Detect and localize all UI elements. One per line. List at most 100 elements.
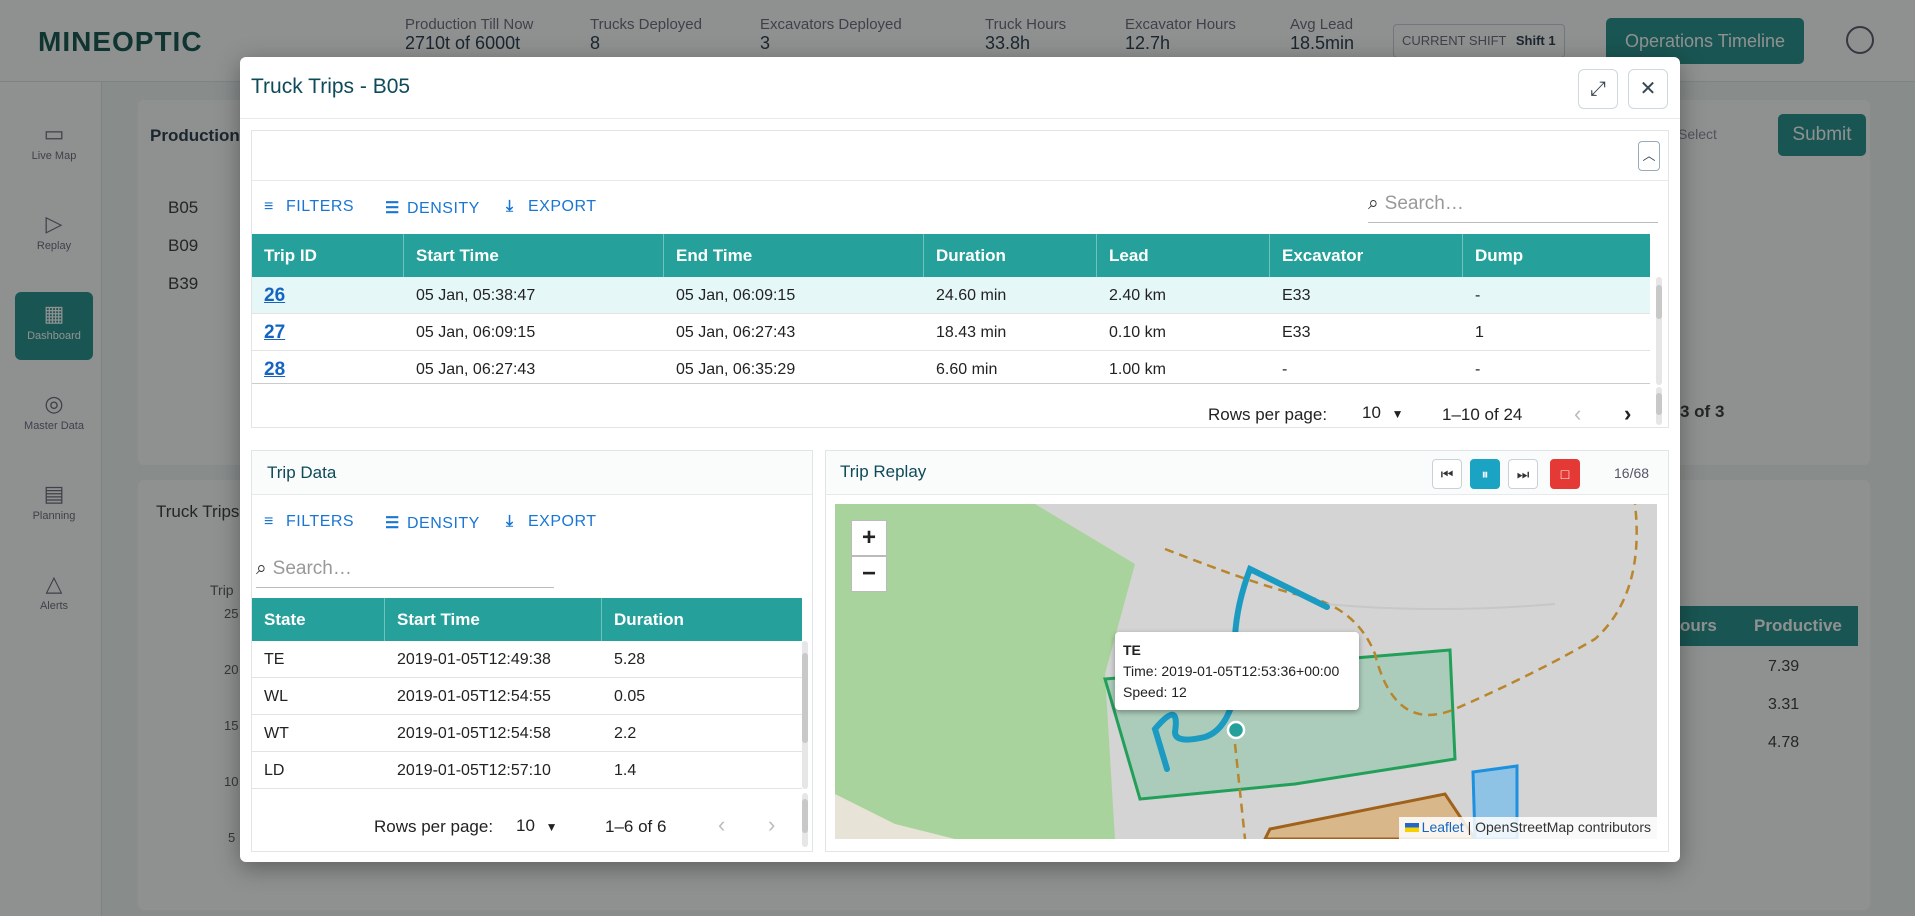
prev-page-icon[interactable]: ‹	[1574, 401, 1581, 427]
col-state[interactable]: State	[252, 598, 385, 641]
filters-button[interactable]: ≡ FILTERS	[264, 198, 354, 216]
cell: 2019-01-05T12:54:58	[397, 725, 551, 742]
trip-id-link[interactable]: 28	[264, 359, 285, 380]
cell: 24.60 min	[936, 287, 1007, 304]
leaflet-link[interactable]: Leaflet	[1422, 819, 1464, 835]
rows-per-page-select[interactable]: 10 ▼	[1362, 403, 1404, 423]
truck-position-marker[interactable]	[1226, 720, 1246, 740]
col-start-time[interactable]: Start Time	[404, 234, 664, 277]
cell: 05 Jan, 06:27:43	[676, 324, 796, 341]
rows-per-page-select[interactable]: 10 ▼	[516, 816, 558, 836]
export-icon: ⤓	[506, 513, 514, 530]
collapse-chevron-icon[interactable]: ︿	[1638, 141, 1660, 171]
trip-replay-header	[826, 451, 1668, 495]
close-icon: ✕	[1639, 78, 1657, 100]
filter-icon: ≡	[264, 513, 274, 530]
cell: WT	[264, 725, 289, 742]
export-button[interactable]: ⤓ EXPORT	[506, 198, 597, 216]
cell: 05 Jan, 06:27:43	[416, 361, 536, 378]
cell: 05 Jan, 05:38:47	[416, 287, 536, 304]
cell: -	[1475, 361, 1481, 378]
pause-button[interactable]: ⏸	[1470, 459, 1500, 489]
col-end-time[interactable]: End Time	[664, 234, 924, 277]
table-row[interactable]: WL 2019-01-05T12:54:55 0.05	[252, 678, 802, 715]
tooltip-speed: Speed: 12	[1123, 684, 1187, 700]
table-row[interactable]: LD 2019-01-05T12:57:10 1.4	[252, 752, 802, 789]
truck-trips-modal: Truck Trips - B05 ⤢ ✕ ︿ ≡ FILTERS ☰ DENSIT…	[240, 57, 1680, 862]
next-page-icon[interactable]: ›	[1624, 401, 1631, 427]
col-duration[interactable]: Duration	[924, 234, 1097, 277]
pagination-range: 1–10 of 24	[1442, 405, 1523, 424]
stop-button[interactable]: □	[1550, 459, 1580, 489]
trip-data-table-header: State Start Time Duration	[252, 598, 802, 641]
chevron-down-icon: ▼	[1391, 407, 1404, 421]
cell: 0.05	[614, 688, 646, 705]
col-trip-id[interactable]: Trip ID	[252, 234, 404, 277]
trip-data-scrollbar[interactable]	[802, 641, 808, 789]
chevron-down-icon: ▼	[545, 820, 558, 834]
col-duration[interactable]: Duration	[602, 598, 802, 641]
skip-forward-button[interactable]: ⏭	[1508, 459, 1538, 489]
cell: 2019-01-05T12:49:38	[397, 651, 551, 668]
trip-data-panel-scrollbar[interactable]	[802, 793, 808, 847]
density-button[interactable]: ☰ DENSITY	[385, 198, 480, 218]
trip-data-title: Trip Data	[267, 463, 337, 482]
table-row[interactable]: 26 05 Jan, 05:38:47 05 Jan, 06:09:15 24.…	[252, 277, 1650, 314]
zoom-out-button[interactable]: −	[851, 556, 887, 592]
prev-page-icon[interactable]: ‹	[718, 812, 725, 838]
cell: TE	[264, 651, 285, 668]
tooltip-time: Time: 2019-01-05T12:53:36+00:00	[1123, 663, 1340, 679]
tooltip-state: TE	[1123, 642, 1141, 658]
search-icon: ⌕	[256, 558, 267, 579]
col-dump[interactable]: Dump	[1463, 234, 1650, 277]
skip-forward-icon: ⏭	[1516, 466, 1530, 482]
filters-button[interactable]: ≡ FILTERS	[264, 513, 354, 531]
trip-data-panel: Trip Data ≡ FILTERS ☰ DENSITY ⤓ EXPORT ⌕ Sea…	[251, 450, 813, 852]
trips-panel: ︿ ≡ FILTERS ☰ DENSITY ⤓ EXPORT ⌕ Search… Tri…	[251, 130, 1669, 428]
cell: LD	[264, 762, 285, 779]
cell: 0.10 km	[1109, 324, 1166, 341]
expand-button[interactable]: ⤢	[1578, 69, 1618, 109]
trip-replay-title: Trip Replay	[840, 462, 927, 481]
export-icon: ⤓	[506, 198, 514, 215]
marker-tooltip: TE Time: 2019-01-05T12:53:36+00:00 Speed…	[1115, 632, 1359, 710]
table-row[interactable]: 27 05 Jan, 06:09:15 05 Jan, 06:27:43 18.…	[252, 314, 1650, 351]
cell: 2.2	[614, 725, 637, 742]
cell: 2019-01-05T12:54:55	[397, 688, 551, 705]
cell: -	[1475, 287, 1481, 304]
table-row[interactable]: 28 05 Jan, 06:27:43 05 Jan, 06:35:29 6.6…	[252, 351, 1650, 384]
cell: 6.60 min	[936, 361, 998, 378]
cell: 1.4	[614, 762, 637, 779]
trip-id-link[interactable]: 26	[264, 285, 285, 306]
trip-map[interactable]: + − TE Time: 2019-01-05T12:53:36+00:00 S…	[835, 504, 1657, 839]
zoom-in-button[interactable]: +	[851, 520, 887, 556]
trips-table-header: Trip ID Start Time End Time Duration Lea…	[252, 234, 1650, 277]
cell: E33	[1282, 287, 1311, 304]
map-attribution: Leaflet | OpenStreetMap contributors	[1398, 817, 1657, 839]
cell: 1.00 km	[1109, 361, 1166, 378]
close-button[interactable]: ✕	[1628, 69, 1668, 109]
skip-back-button[interactable]: ⏮	[1432, 459, 1462, 489]
rows-per-page-label: Rows per page:	[374, 817, 494, 836]
export-button[interactable]: ⤓ EXPORT	[506, 513, 597, 531]
trips-panel-scrollbar[interactable]	[1656, 387, 1662, 425]
next-page-icon[interactable]: ›	[768, 812, 775, 838]
density-icon: ☰	[385, 200, 400, 217]
trip-data-search-input[interactable]: ⌕ Search…	[256, 552, 554, 588]
trip-id-link[interactable]: 27	[264, 322, 285, 343]
col-lead[interactable]: Lead	[1097, 234, 1270, 277]
density-icon: ☰	[385, 515, 400, 532]
pagination-range: 1–6 of 6	[605, 817, 667, 836]
pause-icon: ⏸	[1481, 466, 1489, 482]
cell: -	[1282, 361, 1288, 378]
col-start-time[interactable]: Start Time	[385, 598, 602, 641]
col-excavator[interactable]: Excavator	[1270, 234, 1463, 277]
table-row[interactable]: WT 2019-01-05T12:54:58 2.2	[252, 715, 802, 752]
density-button[interactable]: ☰ DENSITY	[385, 513, 480, 533]
cell: 2019-01-05T12:57:10	[397, 762, 551, 779]
trips-scrollbar[interactable]	[1656, 277, 1662, 385]
expand-icon: ⤢	[1590, 78, 1606, 100]
trips-search-input[interactable]: ⌕ Search…	[1368, 187, 1658, 223]
stop-icon: □	[1560, 466, 1570, 482]
table-row[interactable]: TE 2019-01-05T12:49:38 5.28	[252, 641, 802, 678]
